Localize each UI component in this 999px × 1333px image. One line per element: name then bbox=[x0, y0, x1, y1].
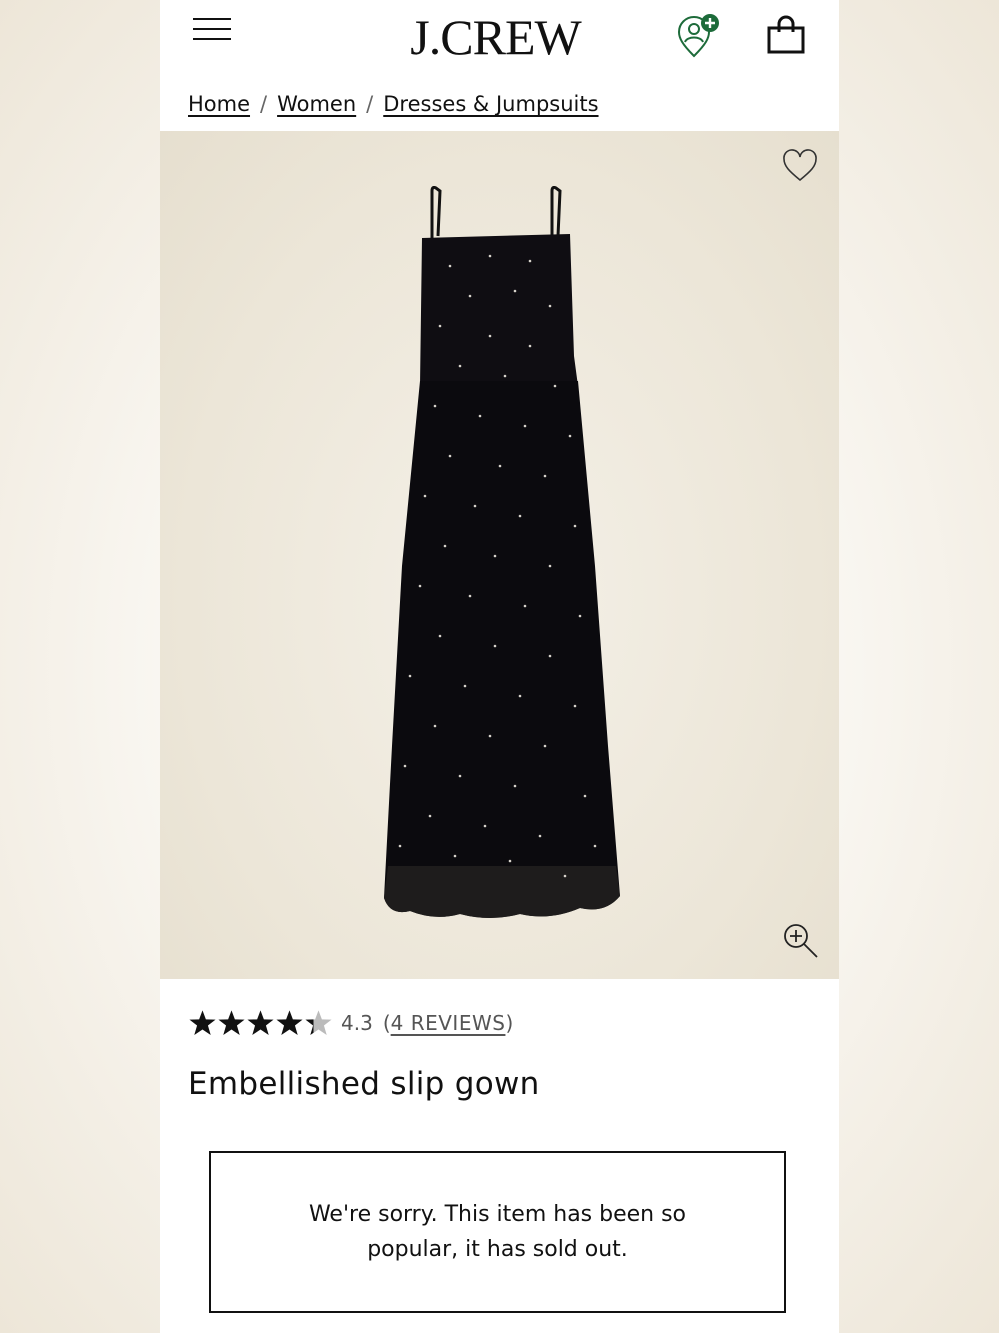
star-full-icon bbox=[247, 1010, 274, 1035]
breadcrumb-separator: / bbox=[260, 92, 268, 116]
product-title: Embellished slip gown bbox=[188, 1066, 540, 1102]
site-header: J.CREW bbox=[160, 0, 839, 78]
star-full-icon bbox=[276, 1010, 303, 1035]
product-rating: 4.3 (4 REVIEWS) bbox=[188, 1006, 513, 1040]
rating-value: 4.3 bbox=[341, 1011, 373, 1035]
star-full-icon bbox=[189, 1010, 216, 1035]
star-partial-icon bbox=[305, 1010, 332, 1035]
brand-logo[interactable]: J.CREW bbox=[160, 8, 839, 66]
breadcrumb-women[interactable]: Women bbox=[277, 92, 356, 116]
breadcrumb-separator: / bbox=[366, 92, 374, 116]
rating-stars bbox=[188, 1008, 333, 1038]
product-page: J.CREW Home / Women / Dresses & Jumpsuits bbox=[160, 0, 839, 1333]
breadcrumb-dresses-jumpsuits[interactable]: Dresses & Jumpsuits bbox=[383, 92, 598, 116]
zoom-in-icon[interactable] bbox=[781, 921, 819, 959]
reviews-close-paren: ) bbox=[505, 1011, 514, 1035]
reviews-link[interactable]: (4 REVIEWS) bbox=[383, 1011, 513, 1035]
product-image bbox=[384, 186, 620, 918]
reviews-open-paren: ( bbox=[382, 1011, 391, 1035]
product-image-gallery[interactable] bbox=[160, 131, 839, 979]
reviews-count-label[interactable]: 4 REVIEWS bbox=[391, 1011, 506, 1035]
breadcrumb: Home / Women / Dresses & Jumpsuits bbox=[188, 92, 599, 116]
store-locator-icon[interactable] bbox=[674, 12, 724, 62]
sold-out-notice: We're sorry. This item has been so popul… bbox=[209, 1151, 786, 1313]
shopping-bag-icon[interactable] bbox=[766, 14, 808, 56]
breadcrumb-home[interactable]: Home bbox=[188, 92, 250, 116]
star-full-icon bbox=[218, 1010, 245, 1035]
sold-out-message: We're sorry. This item has been so popul… bbox=[308, 1202, 687, 1262]
heart-icon[interactable] bbox=[781, 149, 819, 183]
